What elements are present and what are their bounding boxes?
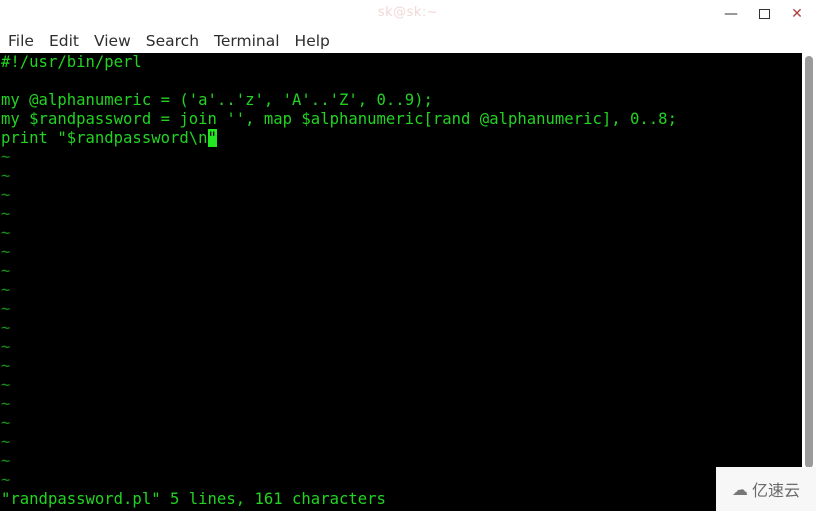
tilde-marker: ~ xyxy=(1,452,11,470)
title-bar: sk@sk:~ — ✕ xyxy=(0,0,816,28)
watermark-text: 亿速云 xyxy=(751,481,800,500)
tilde-marker: ~ xyxy=(1,433,11,451)
tilde-marker: ~ xyxy=(1,319,11,337)
menu-bar: File Edit View Search Terminal Help xyxy=(0,28,816,53)
tilde-marker: ~ xyxy=(1,357,11,375)
menu-view[interactable]: View xyxy=(94,32,131,50)
cloud-logo-icon: ☁ xyxy=(731,479,748,499)
tilde-marker: ~ xyxy=(1,300,11,318)
text-cursor: " xyxy=(207,129,217,147)
code-line-cursor: print "$randpassword\n" xyxy=(0,129,802,148)
maximize-button[interactable] xyxy=(753,4,775,24)
window-title: sk@sk:~ xyxy=(377,5,439,20)
menu-terminal[interactable]: Terminal xyxy=(214,32,280,50)
close-icon: ✕ xyxy=(791,6,803,22)
tilde-marker: ~ xyxy=(1,414,11,432)
menu-search[interactable]: Search xyxy=(146,32,199,50)
scrollbar-thumb[interactable] xyxy=(805,56,813,468)
tilde-marker: ~ xyxy=(1,376,11,394)
minimize-icon: — xyxy=(724,6,738,22)
tilde-marker: ~ xyxy=(1,186,11,204)
tilde-marker: ~ xyxy=(1,262,11,280)
tilde-marker: ~ xyxy=(1,224,11,242)
tilde-marker: ~ xyxy=(1,281,11,299)
terminal-area[interactable]: #!/usr/bin/perl my @alphanumeric = ('a'.… xyxy=(0,53,802,511)
code-line: my $randpassword = join '', map $alphanu… xyxy=(1,110,677,128)
close-button[interactable]: ✕ xyxy=(786,4,808,24)
tilde-marker: ~ xyxy=(1,395,11,413)
menu-edit[interactable]: Edit xyxy=(49,32,79,50)
code-line: #!/usr/bin/perl xyxy=(1,53,142,71)
maximize-icon xyxy=(758,9,770,19)
watermark: ☁ 亿速云 xyxy=(716,467,816,511)
code-line: my @alphanumeric = ('a'..'z', 'A'..'Z', … xyxy=(1,91,433,109)
tilde-marker: ~ xyxy=(1,471,11,489)
tilde-marker: ~ xyxy=(1,148,11,166)
status-line: "randpassword.pl" 5 lines, 161 character… xyxy=(1,490,386,508)
menu-file[interactable]: File xyxy=(8,32,34,50)
tilde-marker: ~ xyxy=(1,205,11,223)
minimize-button[interactable]: — xyxy=(720,4,742,24)
menu-help[interactable]: Help xyxy=(295,32,330,50)
code-line-text: print "$randpassword\n xyxy=(1,129,208,147)
tilde-marker: ~ xyxy=(1,338,11,356)
tilde-marker: ~ xyxy=(1,167,11,185)
empty-line-markers: ~ ~ ~ ~ ~ ~ ~ ~ ~ ~ ~ ~ ~ ~ ~ ~ ~ ~ xyxy=(0,148,802,490)
scrollbar[interactable] xyxy=(802,53,816,511)
tilde-marker: ~ xyxy=(1,243,11,261)
